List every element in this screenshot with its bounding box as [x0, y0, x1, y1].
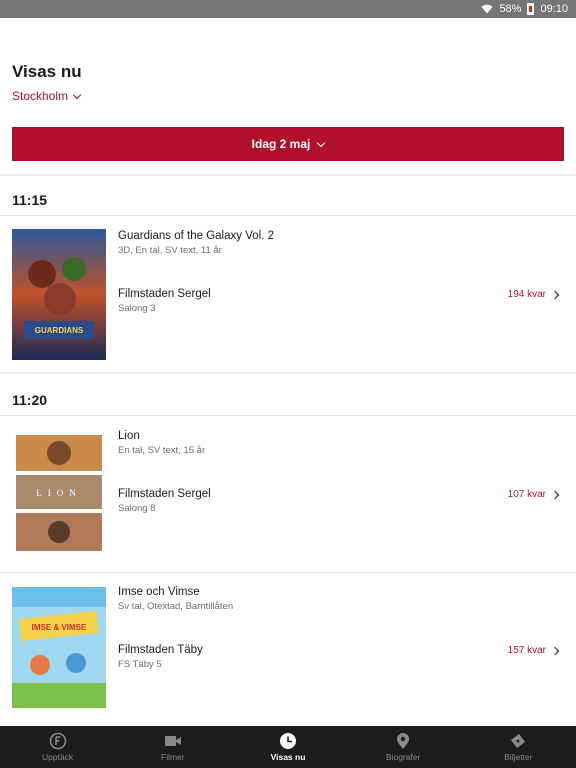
nav-item-visas-nu[interactable]: Visas nu	[230, 726, 345, 768]
clock-icon	[280, 733, 296, 749]
nav-label: Filmer	[161, 752, 185, 762]
divider	[0, 415, 576, 416]
showtime-header: 11:20	[12, 392, 48, 408]
divider	[0, 572, 576, 573]
city-selector[interactable]: Stockholm	[12, 89, 82, 103]
nav-item-upptack[interactable]: Upptäck	[0, 726, 115, 768]
svg-text:GUARDIANS: GUARDIANS	[35, 326, 84, 335]
discover-f-icon	[49, 732, 66, 750]
chevron-right-icon	[550, 290, 560, 299]
cinema-name: Filmstaden Sergel	[118, 288, 211, 300]
date-label: Idag 2 maj	[251, 137, 311, 151]
video-camera-icon	[164, 736, 181, 746]
city-label: Stockholm	[12, 89, 69, 103]
salon-name: Salong 8	[118, 503, 156, 514]
svg-text:LION: LION	[36, 488, 82, 498]
nav-label: Upptäck	[42, 752, 74, 762]
seats-available-link[interactable]: 157 kvar	[507, 645, 560, 656]
movie-title: Imse och Vimse	[118, 586, 200, 598]
battery-percent: 58%	[499, 3, 522, 15]
movie-meta: Sv tal, Otextad, Barntillåten	[118, 601, 234, 612]
salon-name: FS Täby 5	[118, 659, 162, 670]
chevron-down-icon	[72, 90, 82, 99]
battery-icon	[527, 3, 535, 15]
location-pin-icon	[397, 733, 410, 749]
cinema-name: Filmstaden Sergel	[118, 488, 211, 500]
movie-meta: 3D, En tal, SV text, 11 år	[118, 245, 222, 256]
chevron-down-icon	[317, 138, 326, 147]
clock-time: 09:10	[540, 3, 568, 15]
wifi-icon	[481, 4, 493, 14]
bottom-navigation: Upptäck Filmer Visas nu Biografer Biljet…	[0, 726, 576, 768]
movie-poster-imse-och-vimse: IMSE & VIMSE	[12, 587, 106, 718]
movie-poster-lion: LION	[12, 429, 106, 560]
movie-meta: En tal, SV text, 15 år	[118, 445, 206, 456]
nav-item-filmer[interactable]: Filmer	[115, 726, 230, 768]
nav-label: Biljetter	[504, 752, 533, 762]
divider	[0, 215, 576, 216]
status-bar: 58% 09:10	[0, 0, 576, 18]
date-selector-button[interactable]: Idag 2 maj	[12, 127, 564, 161]
movie-title: Lion	[118, 430, 140, 442]
nav-item-biografer[interactable]: Biografer	[346, 726, 461, 768]
seats-available-link[interactable]: 107 kvar	[507, 489, 560, 500]
nav-item-biljetter[interactable]: Biljetter	[461, 726, 576, 768]
chevron-right-icon	[550, 490, 560, 499]
seats-count: 194 kvar	[507, 289, 546, 300]
cinema-name: Filmstaden Täby	[118, 644, 203, 656]
salon-name: Salong 3	[118, 303, 156, 314]
divider	[0, 174, 576, 176]
svg-text:IMSE & VIMSE: IMSE & VIMSE	[32, 623, 87, 632]
divider	[0, 372, 576, 374]
nav-label: Visas nu	[270, 752, 306, 762]
showtime-header: 11:15	[12, 192, 48, 208]
movie-title: Guardians of the Galaxy Vol. 2	[118, 230, 274, 242]
seats-available-link[interactable]: 194 kvar	[507, 289, 560, 300]
seats-count: 157 kvar	[507, 645, 546, 656]
ticket-icon	[511, 734, 526, 748]
chevron-right-icon	[550, 646, 560, 655]
nav-label: Biografer	[385, 752, 421, 762]
seats-count: 107 kvar	[507, 489, 546, 500]
page-title: Visas nu	[12, 62, 82, 81]
movie-poster-guardians: GUARDIANS	[12, 229, 106, 360]
